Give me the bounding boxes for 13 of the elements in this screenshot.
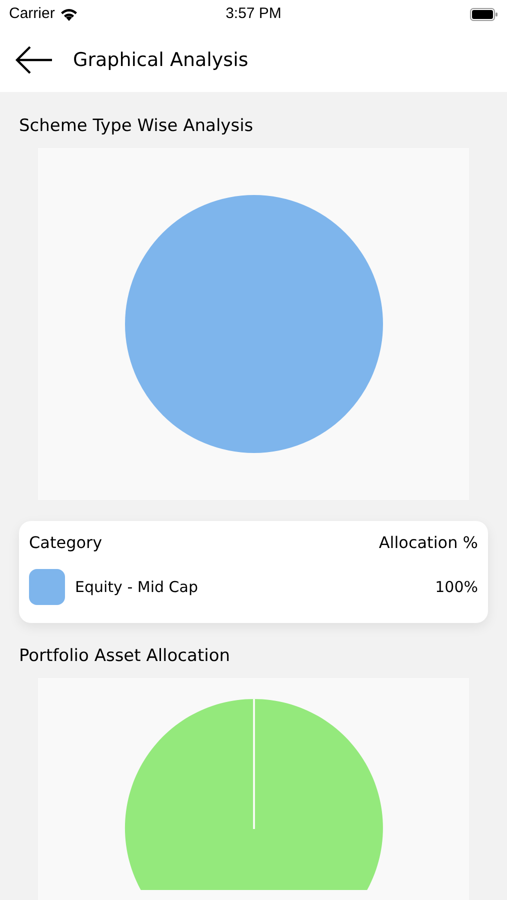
page-title: Graphical Analysis [73, 48, 248, 73]
status-time: 3:57 PM [226, 4, 282, 24]
back-arrow-icon [15, 46, 53, 74]
wifi-icon [60, 8, 78, 20]
section-title: Portfolio Asset Allocation [19, 645, 232, 668]
legend-value: 100% [435, 576, 478, 598]
section-title: Scheme Type Wise Analysis [19, 115, 254, 138]
carrier-label: Carrier [9, 4, 55, 24]
column-header: Category [29, 532, 102, 554]
legend-label: Equity - Mid Cap [75, 576, 199, 598]
battery-icon [470, 8, 498, 20]
column-header: Allocation % [378, 532, 478, 554]
back-button[interactable] [15, 45, 53, 75]
